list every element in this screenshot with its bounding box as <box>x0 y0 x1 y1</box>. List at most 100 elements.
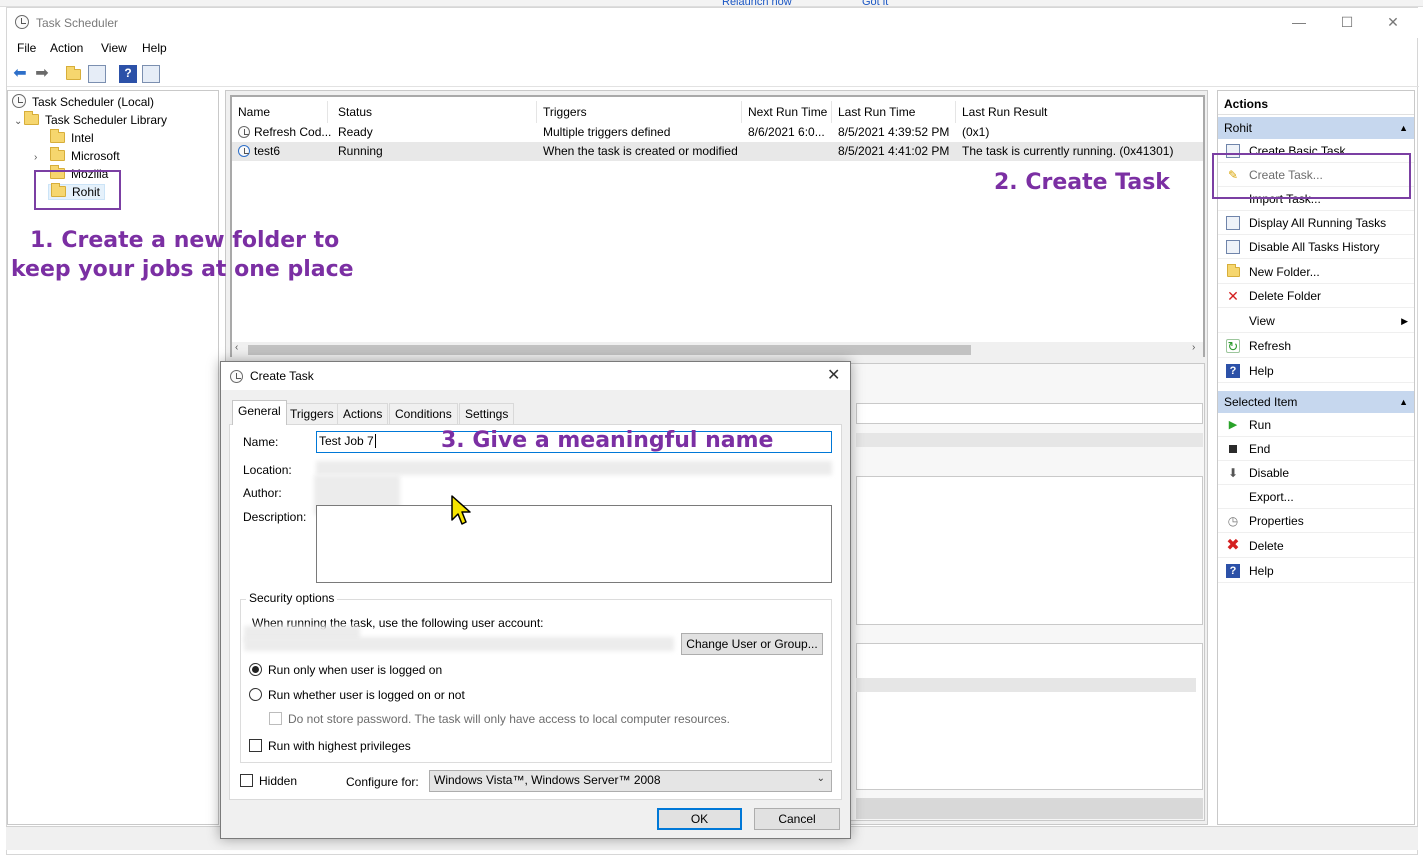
view-blank-icon <box>1226 314 1240 328</box>
annotation-box-create-task <box>1212 153 1411 199</box>
run-logged-on-label[interactable]: Run only when user is logged on <box>268 663 442 677</box>
chevron-down-icon[interactable]: ⌄ <box>14 113 24 131</box>
delete-x-icon: ✕ <box>1227 288 1239 304</box>
menu-file[interactable]: File <box>17 41 36 55</box>
column-header-triggers[interactable]: Triggers <box>537 101 742 123</box>
name-label: Name: <box>243 435 279 449</box>
highest-privileges-label[interactable]: Run with highest privileges <box>268 739 411 753</box>
action-label: Help <box>1249 364 1274 378</box>
menu-bar: File Action View Help <box>7 40 1419 58</box>
tree-item-label: Intel <box>71 131 94 145</box>
history-icon <box>1226 240 1240 254</box>
scrollbar-thumb[interactable] <box>248 345 971 355</box>
mouse-cursor-icon <box>451 495 471 525</box>
action-view[interactable]: View ▶ <box>1218 309 1414 333</box>
actions-pane: Actions Rohit ▲ Create Basic Task... ✎ Cre… <box>1217 90 1415 825</box>
ok-button[interactable]: OK <box>657 808 742 830</box>
cell-status: Ready <box>338 125 373 139</box>
maximize-button[interactable]: ☐ <box>1337 14 1357 32</box>
action-run[interactable]: ▶ Run <box>1218 413 1414 437</box>
checkbox-hidden[interactable] <box>240 774 253 787</box>
menu-help[interactable]: Help <box>142 41 167 55</box>
do-not-store-password-label: Do not store password. The task will onl… <box>288 712 730 726</box>
action-label: Disable <box>1249 466 1290 480</box>
cell-next-run <box>742 142 832 160</box>
annotation-box-rohit <box>34 170 121 210</box>
detail-separator <box>856 433 1203 447</box>
action-end[interactable]: End <box>1218 437 1414 461</box>
actions-section-rohit[interactable]: Rohit ▲ <box>1218 117 1414 139</box>
action-label: Help <box>1249 564 1274 578</box>
action-help[interactable]: ? Help <box>1218 359 1414 383</box>
minimize-button[interactable]: — <box>1289 14 1309 32</box>
action-export[interactable]: Export... <box>1218 485 1414 509</box>
tree-library[interactable]: ⌄ Task Scheduler Library <box>14 111 167 129</box>
column-header-name[interactable]: Name <box>232 101 328 123</box>
action-label: Delete <box>1249 539 1284 553</box>
cell-last-run: 8/5/2021 4:41:02 PM <box>838 144 950 158</box>
column-header-next-run-time[interactable]: Next Run Time <box>742 101 832 123</box>
title-bar: Task Scheduler — ☐ ✕ <box>7 8 1419 38</box>
chevron-right-icon[interactable]: › <box>34 149 50 167</box>
radio-run-only-logged-on[interactable] <box>249 663 262 676</box>
close-window-button[interactable]: ✕ <box>1383 14 1403 32</box>
task-list: Name Status Triggers Next Run Time Last … <box>230 95 1205 357</box>
collapse-up-icon[interactable]: ▲ <box>1399 391 1408 413</box>
forward-arrow-icon[interactable]: ➡ <box>33 65 51 83</box>
tab-settings[interactable]: Settings <box>459 403 515 424</box>
cell-name: Refresh Cod... <box>254 125 332 139</box>
up-folder-icon[interactable] <box>65 65 83 83</box>
action-label: Refresh <box>1249 339 1292 353</box>
tab-conditions[interactable]: Conditions <box>389 403 458 424</box>
tree-item-microsoft[interactable]: › Microsoft <box>34 147 120 165</box>
tree-item-label: Microsoft <box>71 149 120 163</box>
show-hide-console-tree-icon[interactable] <box>88 65 106 83</box>
radio-run-whether-logged-on[interactable] <box>249 688 262 701</box>
action-delete[interactable]: ✖ Delete <box>1218 534 1414 558</box>
back-arrow-icon[interactable]: ⬅ <box>11 65 29 83</box>
help-icon[interactable]: ? <box>119 65 137 83</box>
action-label: Properties <box>1249 514 1304 528</box>
change-user-or-group-button[interactable]: Change User or Group... <box>681 633 823 655</box>
dialog-close-button[interactable]: ✕ <box>827 365 840 385</box>
actions-section-selected-item[interactable]: Selected Item ▲ <box>1218 391 1414 413</box>
menu-action[interactable]: Action <box>50 41 83 55</box>
checkbox-do-not-store-password[interactable] <box>269 712 282 725</box>
action-new-folder[interactable]: New Folder... <box>1218 260 1414 284</box>
cancel-button[interactable]: Cancel <box>754 808 840 830</box>
end-stop-icon <box>1229 445 1237 453</box>
show-hide-action-pane-icon[interactable] <box>142 65 160 83</box>
checkbox-highest-privileges[interactable] <box>249 739 262 752</box>
section-title: Rohit <box>1224 121 1253 135</box>
action-disable[interactable]: ⬇ Disable <box>1218 461 1414 485</box>
action-help-selected[interactable]: ? Help <box>1218 559 1414 583</box>
clock-icon <box>12 94 26 108</box>
configure-for-select[interactable]: Windows Vista™, Windows Server™ 2008 ⌄ <box>429 770 832 792</box>
tab-general[interactable]: General <box>232 400 287 425</box>
action-refresh[interactable]: ↻ Refresh <box>1218 334 1414 358</box>
description-textarea[interactable] <box>316 505 832 583</box>
tab-actions[interactable]: Actions <box>337 403 389 424</box>
action-delete-folder[interactable]: ✕ Delete Folder <box>1218 284 1414 308</box>
tree-root[interactable]: Task Scheduler (Local) <box>12 93 154 111</box>
menu-view[interactable]: View <box>101 41 127 55</box>
detail-configure-field <box>856 798 1203 819</box>
action-label: Disable All Tasks History <box>1249 240 1380 254</box>
detail-field <box>856 403 1203 424</box>
scroll-left-icon[interactable]: ‹ <box>235 342 238 353</box>
run-whether-label[interactable]: Run whether user is logged on or not <box>268 688 465 702</box>
scroll-right-icon[interactable]: › <box>1192 342 1195 353</box>
collapse-up-icon[interactable]: ▲ <box>1399 117 1408 139</box>
tree-item-intel[interactable]: Intel <box>50 129 94 147</box>
action-properties[interactable]: ◷ Properties <box>1218 509 1414 533</box>
background-window-strip: Relaunch now Got it <box>0 0 1423 8</box>
column-header-status[interactable]: Status <box>332 101 537 123</box>
column-header-last-run-time[interactable]: Last Run Time <box>832 101 956 123</box>
task-name-value: Test Job 7 <box>319 434 374 448</box>
tab-triggers[interactable]: Triggers <box>284 403 340 424</box>
horizontal-scrollbar[interactable]: ‹ › <box>232 342 1203 357</box>
action-disable-history[interactable]: Disable All Tasks History <box>1218 235 1414 259</box>
action-display-running-tasks[interactable]: Display All Running Tasks <box>1218 211 1414 235</box>
column-header-last-run-result[interactable]: Last Run Result <box>956 101 1203 123</box>
hidden-label[interactable]: Hidden <box>259 774 297 788</box>
